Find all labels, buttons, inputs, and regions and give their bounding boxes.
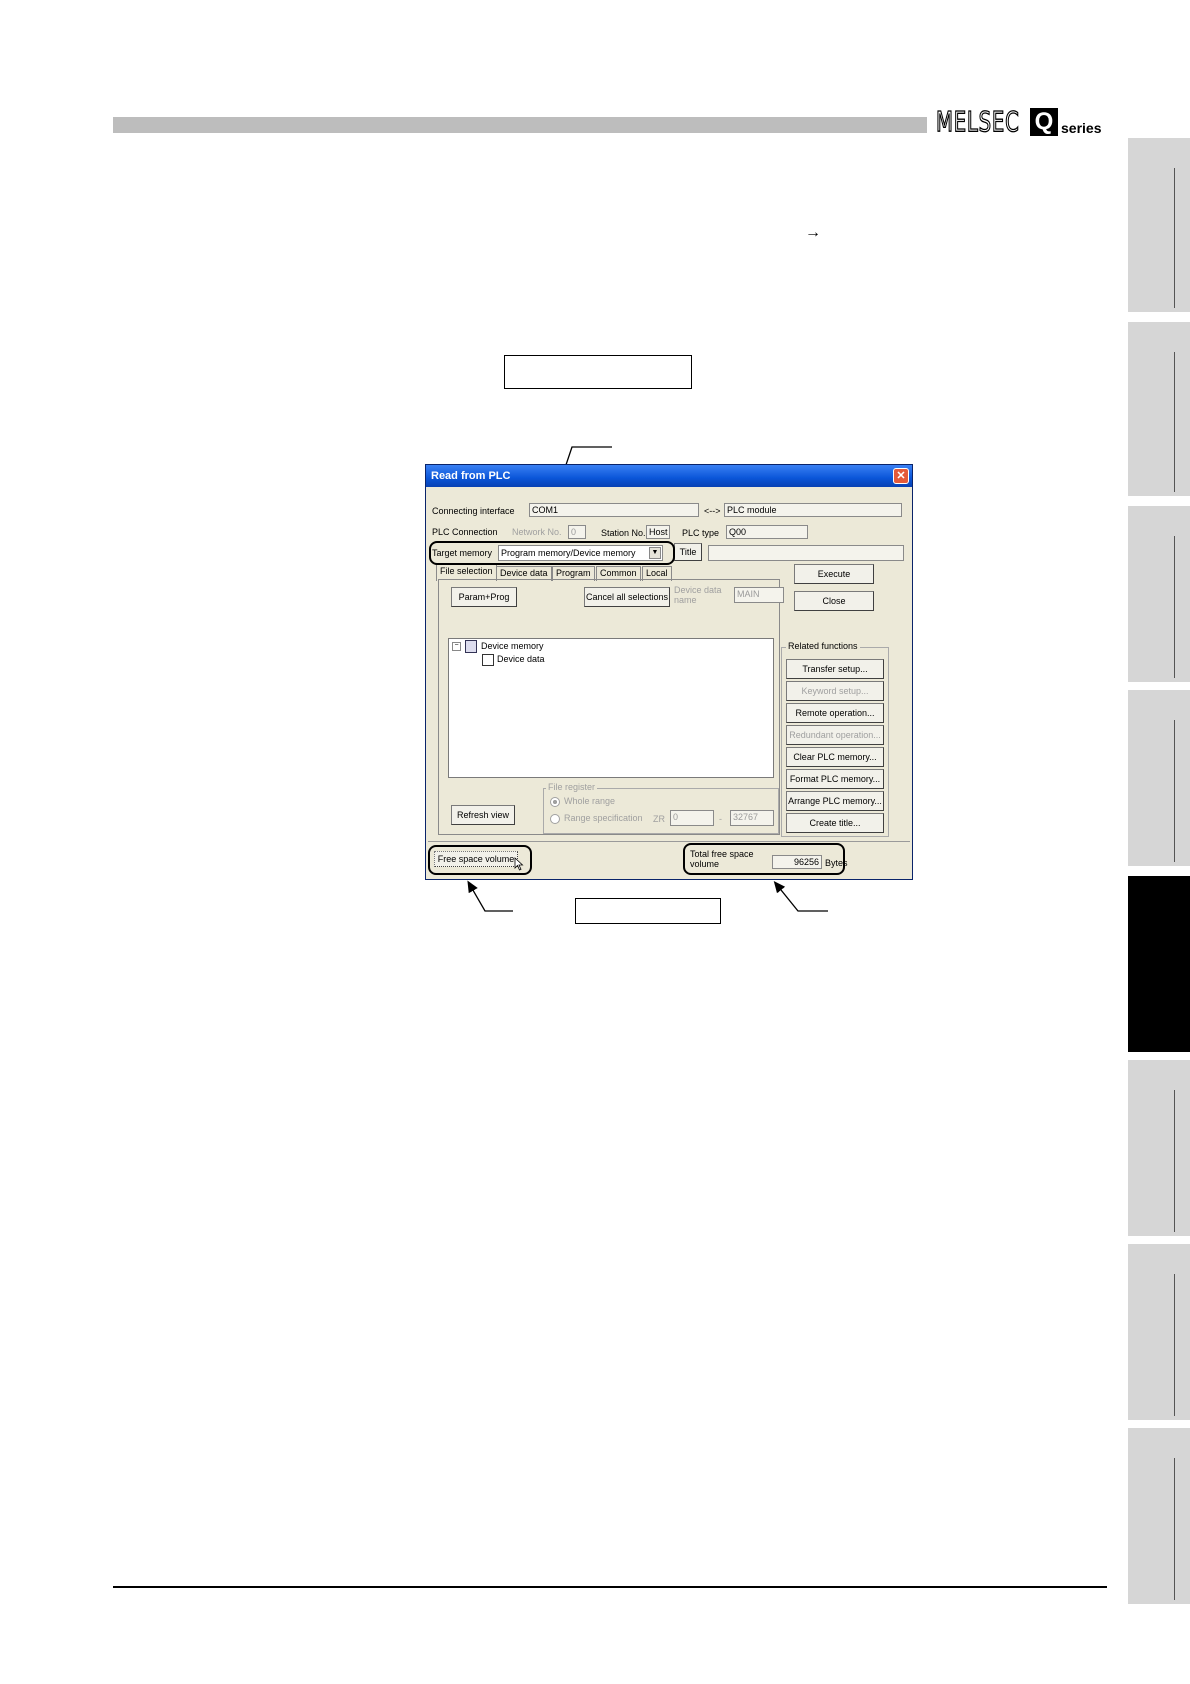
tree-item-device-data[interactable]: Device data [497, 654, 545, 664]
range-end-field: 32767 [730, 810, 774, 826]
keyword-setup-button[interactable]: Keyword setup... [786, 681, 884, 701]
plc-connection-label: PLC Connection [432, 527, 498, 537]
create-title-button[interactable]: Create title... [786, 813, 884, 833]
range-spec-option[interactable]: Range specification [550, 813, 643, 824]
range-dash: - [719, 814, 722, 824]
related-functions-label: Related functions [786, 641, 860, 651]
redundant-operation-button[interactable]: Redundant operation... [786, 725, 884, 745]
file-register-label: File register [546, 782, 598, 792]
transfer-setup-button[interactable]: Transfer setup... [786, 659, 884, 679]
remote-operation-button[interactable]: Remote operation... [786, 703, 884, 723]
callout-arrow-free-space [467, 880, 513, 912]
format-plc-memory-button[interactable]: Format PLC memory... [786, 769, 884, 789]
status-separator [428, 841, 910, 842]
clear-plc-memory-button[interactable]: Clear PLC memory... [786, 747, 884, 767]
tree-item-device-memory[interactable]: Device memory [481, 641, 544, 651]
plc-type-label: PLC type [682, 528, 720, 538]
device-data-name-field: MAIN [734, 587, 784, 603]
device-memory-icon [465, 640, 477, 653]
read-from-plc-dialog: Read from PLC ✕ Connecting interface COM… [425, 464, 913, 880]
cancel-all-selections-button[interactable]: Cancel all selections [584, 587, 670, 607]
highlight-free-space-button [428, 845, 532, 875]
highlight-total-free-space [683, 843, 845, 875]
range-spec-label: Range specification [564, 813, 643, 823]
whole-range-radio[interactable] [550, 796, 560, 807]
callout-arrow-total-free [773, 880, 828, 912]
close-button[interactable]: Close [794, 591, 874, 611]
plc-module-field: PLC module [724, 503, 902, 517]
param-prog-button[interactable]: Param+Prog [451, 587, 517, 607]
range-start-field: 0 [670, 810, 714, 826]
title-button[interactable]: Title [674, 543, 702, 561]
station-no-field: Host [646, 525, 670, 539]
dialog-titlebar[interactable]: Read from PLC ✕ [426, 465, 912, 487]
device-data-checkbox[interactable] [482, 654, 494, 666]
link-symbol: <--> [704, 506, 721, 516]
connecting-interface-label: Connecting interface [432, 506, 515, 516]
range-spec-radio[interactable] [550, 813, 560, 824]
title-field [708, 545, 904, 561]
file-tree[interactable]: − Device memory Device data [448, 638, 774, 778]
station-no-label: Station No. [601, 528, 646, 538]
connecting-interface-field: COM1 [529, 503, 699, 517]
network-no-label: Network No. [512, 527, 562, 537]
whole-range-label: Whole range [564, 796, 616, 806]
dialog-title: Read from PLC [431, 470, 511, 482]
collapse-icon[interactable]: − [452, 642, 461, 651]
refresh-view-button[interactable]: Refresh view [451, 805, 515, 825]
zr-label: ZR [653, 814, 665, 824]
close-icon[interactable]: ✕ [893, 468, 909, 484]
highlight-target-memory [429, 541, 675, 565]
network-no-field: 0 [568, 525, 586, 539]
device-data-name-label: Device data name [674, 585, 722, 605]
execute-button[interactable]: Execute [794, 564, 874, 584]
plc-type-field: Q00 [726, 525, 808, 539]
whole-range-option[interactable]: Whole range [550, 796, 615, 807]
arrange-plc-memory-button[interactable]: Arrange PLC memory... [786, 791, 884, 811]
